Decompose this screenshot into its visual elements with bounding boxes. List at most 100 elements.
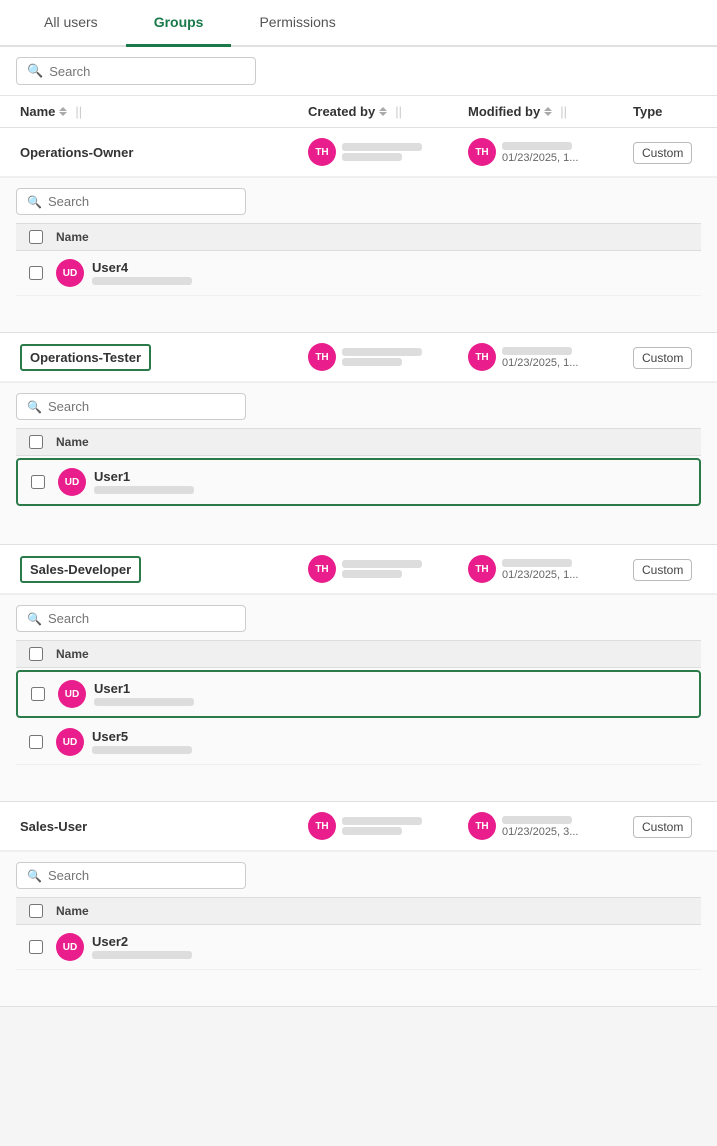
user-display-name-user2: User2 (92, 934, 192, 949)
col-created-label: Created by (308, 104, 375, 119)
inner-header-sales-developer: Name (16, 640, 701, 668)
group-block-operations-tester: Operations-TesterTHTH01/23/2025, 1...Cus… (0, 333, 717, 545)
group-block-sales-user: Sales-UserTHTH01/23/2025, 3...Custom🔍Nam… (0, 802, 717, 1007)
inner-search-icon: 🔍 (27, 612, 42, 626)
user-checkbox-user4[interactable] (29, 266, 43, 280)
inner-search-wrapper-operations-tester: 🔍 (16, 393, 246, 420)
user-row-user4[interactable]: UD User4 (16, 251, 701, 296)
group-block-sales-developer: Sales-DeveloperTHTH01/23/2025, 1...Custo… (0, 545, 717, 802)
expanded-panel-operations-tester: 🔍 Name UD User1 (0, 382, 717, 544)
type-badge-operations-tester: Custom (633, 347, 692, 369)
group-type-sales-developer: Custom (625, 562, 717, 577)
user-row-user2[interactable]: UD User2 (16, 925, 701, 970)
user-name-cell-user1a: UD User1 (58, 468, 699, 496)
user-avatar-user4: UD (56, 259, 84, 287)
user-name-cell-user2: UD User2 (56, 933, 701, 961)
user-avatar-user5: UD (56, 728, 84, 756)
col-name-label: Name (20, 104, 55, 119)
user-checkbox-user2[interactable] (29, 940, 43, 954)
user-display-name-user5: User5 (92, 729, 192, 744)
type-badge-sales-user: Custom (633, 816, 692, 838)
user-name-cell-user5: UD User5 (56, 728, 701, 756)
group-name-sales-user: Sales-User (0, 819, 300, 834)
user-display-name-user1b: User1 (94, 681, 194, 696)
expanded-panel-sales-developer: 🔍 Name UD User1 UD User5 (0, 594, 717, 801)
inner-col-name-label: Name (56, 647, 701, 661)
group-modified-sales-developer: TH01/23/2025, 1... (460, 555, 625, 583)
group-name-operations-tester: Operations-Tester (0, 344, 300, 371)
top-search-bar: 🔍 (0, 47, 717, 96)
table-header: Name || Created by || Modified by || Typ… (0, 96, 717, 128)
group-type-operations-tester: Custom (625, 350, 717, 365)
group-created-operations-tester: TH (300, 343, 460, 371)
inner-search-input-sales-developer[interactable] (48, 611, 235, 626)
user-avatar-user1b: UD (58, 680, 86, 708)
group-type-operations-owner: Custom (625, 145, 717, 160)
tab-permissions[interactable]: Permissions (231, 0, 363, 47)
tabs-bar: All usersGroupsPermissions (0, 0, 717, 47)
group-modified-operations-tester: TH01/23/2025, 1... (460, 343, 625, 371)
type-badge-operations-owner: Custom (633, 142, 692, 164)
user-checkbox-user5[interactable] (29, 735, 43, 749)
group-name-operations-owner: Operations-Owner (0, 145, 300, 160)
inner-search-input-operations-owner[interactable] (48, 194, 235, 209)
modified-avatar-operations-owner: TH (468, 138, 496, 166)
inner-search-icon: 🔍 (27, 195, 42, 209)
modified-sort[interactable] (544, 107, 552, 116)
user-avatar-user1a: UD (58, 468, 86, 496)
name-sort[interactable] (59, 107, 67, 116)
select-all-operations-owner[interactable] (29, 230, 43, 244)
inner-search-wrapper-sales-user: 🔍 (16, 862, 246, 889)
created-sort[interactable] (379, 107, 387, 116)
expanded-panel-operations-owner: 🔍 Name UD User4 (0, 177, 717, 332)
group-row-operations-tester[interactable]: Operations-TesterTHTH01/23/2025, 1...Cus… (0, 333, 717, 382)
user-display-name-user1a: User1 (94, 469, 194, 484)
groups-container: Operations-OwnerTHTH01/23/2025, 1...Cust… (0, 128, 717, 1007)
inner-search-input-sales-user[interactable] (48, 868, 235, 883)
group-row-operations-owner[interactable]: Operations-OwnerTHTH01/23/2025, 1...Cust… (0, 128, 717, 177)
inner-search-icon: 🔍 (27, 869, 42, 883)
user-row-user1b[interactable]: UD User1 (16, 670, 701, 718)
search-icon: 🔍 (27, 63, 43, 79)
modified-avatar-operations-tester: TH (468, 343, 496, 371)
user-row-user1a[interactable]: UD User1 (16, 458, 701, 506)
top-search-input[interactable] (49, 64, 245, 79)
group-modified-operations-owner: TH01/23/2025, 1... (460, 138, 625, 166)
created-avatar-sales-developer: TH (308, 555, 336, 583)
group-created-operations-owner: TH (300, 138, 460, 166)
inner-header-operations-tester: Name (16, 428, 701, 456)
inner-header-sales-user: Name (16, 897, 701, 925)
inner-col-name-label: Name (56, 435, 701, 449)
group-row-sales-user[interactable]: Sales-UserTHTH01/23/2025, 3...Custom (0, 802, 717, 851)
inner-search-input-operations-tester[interactable] (48, 399, 235, 414)
user-checkbox-user1a[interactable] (31, 475, 45, 489)
group-created-sales-user: TH (300, 812, 460, 840)
group-row-sales-developer[interactable]: Sales-DeveloperTHTH01/23/2025, 1...Custo… (0, 545, 717, 594)
group-type-sales-user: Custom (625, 819, 717, 834)
select-all-sales-user[interactable] (29, 904, 43, 918)
user-avatar-user2: UD (56, 933, 84, 961)
select-all-operations-tester[interactable] (29, 435, 43, 449)
type-badge-sales-developer: Custom (633, 559, 692, 581)
group-modified-sales-user: TH01/23/2025, 3... (460, 812, 625, 840)
user-name-cell-user4: UD User4 (56, 259, 701, 287)
tab-groups[interactable]: Groups (126, 0, 232, 47)
col-modified-label: Modified by (468, 104, 540, 119)
expanded-panel-sales-user: 🔍 Name UD User2 (0, 851, 717, 1006)
col-type-label: Type (633, 104, 662, 119)
user-checkbox-user1b[interactable] (31, 687, 45, 701)
inner-search-wrapper-sales-developer: 🔍 (16, 605, 246, 632)
inner-col-name-label: Name (56, 904, 701, 918)
tab-all-users[interactable]: All users (16, 0, 126, 47)
user-row-user5[interactable]: UD User5 (16, 720, 701, 765)
group-created-sales-developer: TH (300, 555, 460, 583)
group-name-sales-developer: Sales-Developer (0, 556, 300, 583)
user-display-name-user4: User4 (92, 260, 192, 275)
inner-header-operations-owner: Name (16, 223, 701, 251)
modified-avatar-sales-developer: TH (468, 555, 496, 583)
modified-avatar-sales-user: TH (468, 812, 496, 840)
user-name-cell-user1b: UD User1 (58, 680, 699, 708)
inner-col-name-label: Name (56, 230, 701, 244)
group-block-operations-owner: Operations-OwnerTHTH01/23/2025, 1...Cust… (0, 128, 717, 333)
select-all-sales-developer[interactable] (29, 647, 43, 661)
